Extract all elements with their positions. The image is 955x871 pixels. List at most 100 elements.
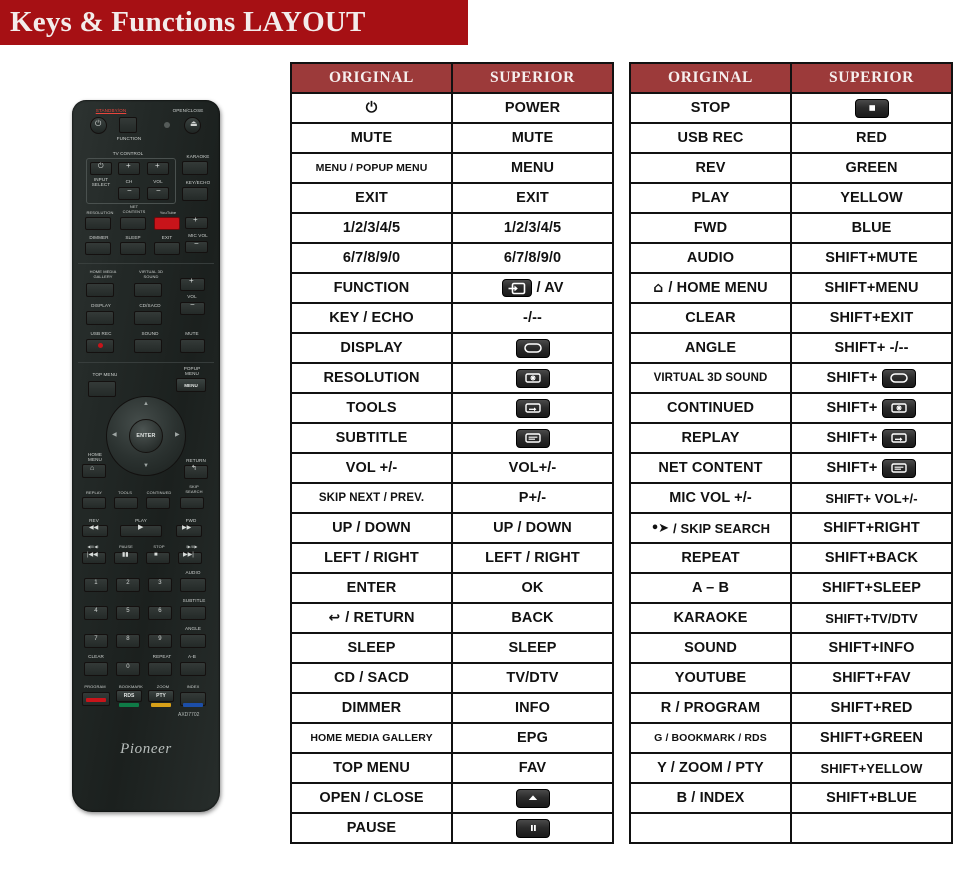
remote-button-net-contents[interactable] — [120, 217, 146, 230]
remote-button-pty[interactable]: PTY — [148, 690, 174, 702]
remote-button-skip-search[interactable] — [180, 497, 204, 509]
remote-button-subtitle[interactable] — [180, 606, 206, 620]
remote-divider-1 — [78, 263, 214, 264]
cell-original-left-22: TOP MENU — [290, 752, 453, 784]
remote-button-sleep[interactable] — [120, 242, 146, 255]
cell-original-left-0: ⏻ — [290, 92, 453, 124]
keys-table-left: ORIGINAL SUPERIOR ⏻ POWER MUTE MUTE MENU / P… — [290, 62, 614, 844]
remote-button-replay[interactable] — [82, 497, 106, 509]
cell-original-right-20: R / PROGRAM — [629, 692, 792, 724]
remote-label-next-step: I▶/II▶ — [186, 544, 198, 549]
table-row: STOP — [629, 92, 953, 124]
skip-next-icon: ▶▶| — [183, 552, 194, 558]
remote-label-ch: CH — [125, 179, 133, 184]
remote-label-tv-control: TV CONTROL — [112, 151, 144, 156]
remote-label-sleep: SLEEP — [125, 235, 141, 240]
pioneer-logo: Pioneer — [120, 741, 172, 757]
cell-original-right-16: A – B — [629, 572, 792, 604]
remote-label-subtitle: SUBTITLE — [182, 598, 206, 603]
remote-button-stop[interactable] — [146, 552, 170, 564]
remote-button-function[interactable] — [119, 117, 137, 133]
table-row: LEFT / RIGHT LEFT / RIGHT — [290, 542, 614, 574]
display-screen-icon — [882, 368, 917, 388]
remote-button-sound[interactable] — [134, 339, 162, 353]
remote-button-exit[interactable] — [154, 242, 180, 255]
remote-label-audio: AUDIO — [185, 570, 201, 575]
cell-original-left-17: ↩ / RETURN — [290, 602, 453, 634]
remote-button-top-menu[interactable] — [88, 381, 116, 397]
table-row: A – B SHIFT+SLEEP — [629, 572, 953, 604]
table-row: VOL +/- VOL+/- — [290, 452, 614, 484]
remote-label-ab: A-B — [188, 654, 196, 659]
table-row: ENTER OK — [290, 572, 614, 604]
eject-icon: ⏏ — [190, 119, 198, 128]
cell-original-left-23: OPEN / CLOSE — [290, 782, 453, 814]
table-row: G / BOOKMARK / RDS SHIFT+GREEN — [629, 722, 953, 754]
cell-original-left-15: LEFT / RIGHT — [290, 542, 453, 574]
table-row: TOOLS — [290, 392, 614, 424]
remote-button-cd-sacd[interactable] — [134, 311, 162, 325]
cell-superior-right-21: SHIFT+GREEN — [790, 722, 953, 754]
remote-button-display[interactable] — [86, 311, 114, 325]
remote-button-mute[interactable] — [180, 339, 205, 353]
cell-superior-right-13: SHIFT+ VOL+/- — [790, 482, 953, 514]
cell-original-left-4: 1/2/3/4/5 — [290, 212, 453, 244]
home-icon: ⌂ — [90, 465, 95, 472]
cell-content — [455, 398, 610, 418]
cell-original-right-3: PLAY — [629, 182, 792, 214]
cell-superior-left-6: / AV — [451, 272, 614, 304]
dpad-right-icon: ▶ — [175, 432, 180, 438]
cell-original-right-1: USB REC — [629, 122, 792, 154]
column-header-superior: SUPERIOR — [790, 62, 953, 94]
remote-label-prev-step: ◀II/◀I — [87, 544, 99, 549]
table-row: RESOLUTION — [290, 362, 614, 394]
remote-button-continued[interactable] — [146, 497, 170, 509]
remote-button-resolution[interactable] — [85, 217, 111, 230]
cell-original-right-18: SOUND — [629, 632, 792, 664]
remote-button-karaoke[interactable] — [182, 161, 208, 175]
remote-button-rds[interactable]: RDS — [116, 690, 142, 702]
table-row: SUBTITLE — [290, 422, 614, 454]
remote-button-home-media-gallery[interactable] — [86, 283, 114, 297]
remote-button-tools[interactable] — [114, 497, 138, 509]
remote-label-usb-rec: USB REC — [90, 331, 112, 336]
table-row: REV GREEN — [629, 152, 953, 184]
remote-button-ab[interactable] — [180, 662, 206, 676]
remote-label-clear: CLEAR — [88, 654, 104, 659]
cell-superior-left-1: MUTE — [451, 122, 614, 154]
cell-content — [794, 98, 949, 118]
remote-button-clear[interactable] — [84, 662, 108, 676]
remote-button-dimmer[interactable] — [85, 242, 111, 255]
plus-icon-ch: + — [126, 161, 131, 170]
remote-button-key-echo[interactable] — [182, 187, 208, 201]
table-row: AUDIO SHIFT+MUTE — [629, 242, 953, 274]
remote-button-youtube[interactable] — [154, 217, 180, 230]
plus-icon-vol: + — [189, 276, 194, 285]
subtitle-icon — [515, 428, 550, 448]
remote-button-repeat[interactable] — [148, 662, 172, 676]
remote-button-angle[interactable] — [180, 634, 206, 648]
table-row: PAUSE — [290, 812, 614, 844]
remote-label-popup-menu: POPUP MENU — [183, 366, 201, 376]
remote-body: STANDBY/ON ⏻ FUNCTION OPEN/CLOSE ⏏ TV CO… — [72, 100, 220, 812]
remote-num-8: 8 — [126, 636, 130, 642]
remote-num-3: 3 — [158, 580, 162, 586]
cell-original-left-13: SKIP NEXT / PREV. — [290, 482, 453, 514]
remote-button-virtual-3d-sound[interactable] — [134, 283, 162, 297]
remote-label-cd-sacd: CD/SACD — [139, 303, 161, 308]
remote-button-enter[interactable]: ENTER — [129, 419, 163, 453]
remote-button-audio[interactable] — [180, 578, 206, 592]
remote-label-input-select: INPUT SELECT — [91, 177, 111, 187]
cell-original-left-18: SLEEP — [290, 632, 453, 664]
stop-icon — [854, 98, 889, 118]
page-root: Keys & Functions LAYOUT STANDBY/ON ⏻ FUN… — [0, 0, 955, 871]
cell-superior-right-14: SHIFT+RIGHT — [790, 512, 953, 544]
remote-button-popup-menu[interactable]: MENU — [176, 378, 206, 392]
table-row: UP / DOWN UP / DOWN — [290, 512, 614, 544]
minus-icon-micvol: − — [194, 239, 199, 248]
table-row: HOME MEDIA GALLERY EPG — [290, 722, 614, 754]
yellow-color-bar — [151, 703, 171, 707]
remote-label-index: INDEX — [186, 684, 200, 689]
skip-prev-icon: |◀◀ — [87, 552, 98, 558]
cell-original-right-2: REV — [629, 152, 792, 184]
